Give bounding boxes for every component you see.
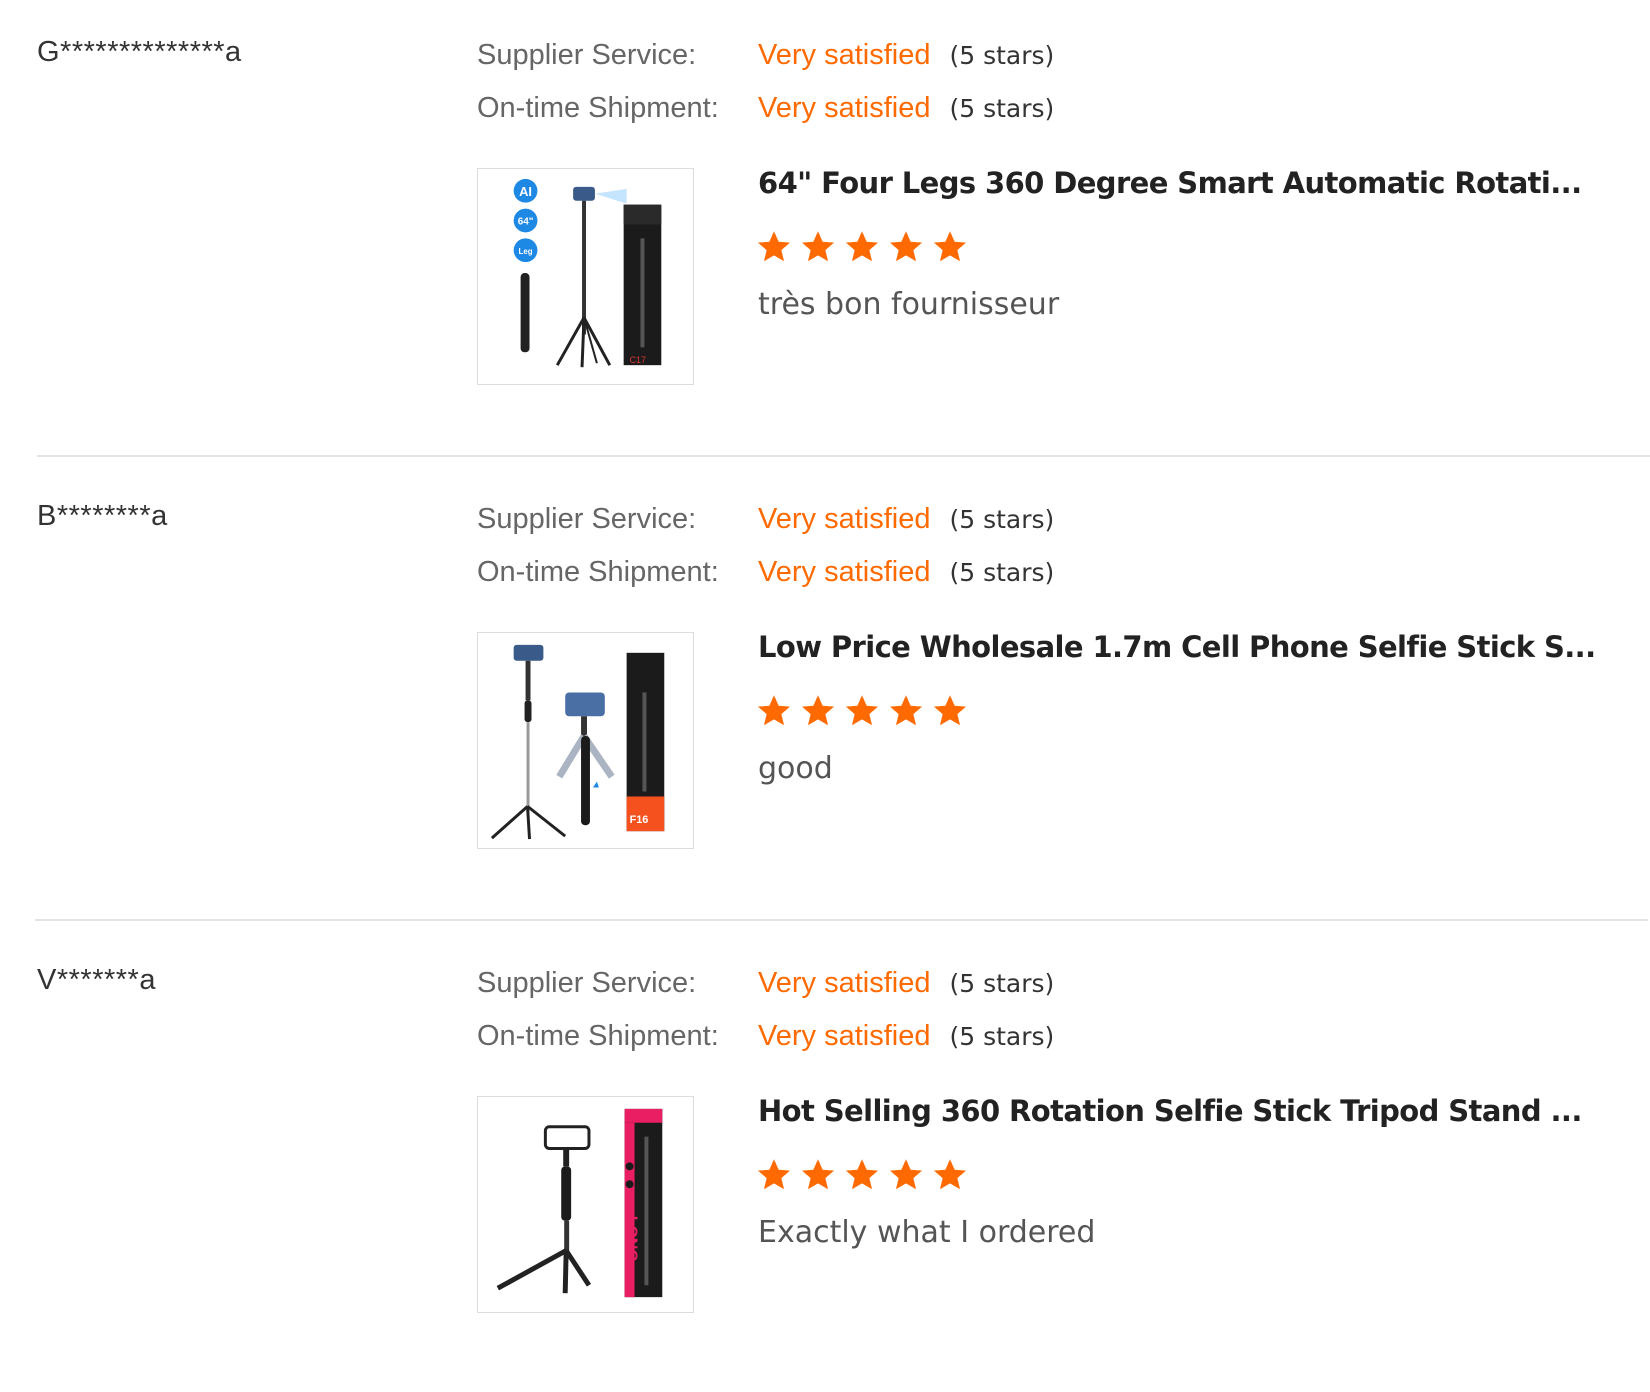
svg-text:C17: C17 xyxy=(630,355,646,365)
svg-text:64": 64" xyxy=(518,216,534,227)
star-icon xyxy=(757,231,791,262)
review-card: B********a Supplier Service: Very satisf… xyxy=(0,464,1650,928)
supplier-service-rating: Supplier Service: Very satisfied (5 star… xyxy=(477,499,1054,539)
star-icon xyxy=(845,231,879,262)
star-icon xyxy=(757,695,791,726)
reviewer-name: V*******a xyxy=(37,964,156,996)
shipment-rating: On-time Shipment: Very satisfied (5 star… xyxy=(477,88,1054,128)
selfie-stick-product-image: F16 xyxy=(490,644,665,840)
star-icon xyxy=(801,231,835,262)
svg-text:F16: F16 xyxy=(630,814,649,826)
supplier-service-label: Supplier Service: xyxy=(477,966,697,999)
supplier-service-stars-text: (5 stars) xyxy=(949,968,1055,998)
divider xyxy=(35,919,1648,921)
supplier-service-label: Supplier Service: xyxy=(477,38,697,71)
shipment-stars-text: (5 stars) xyxy=(949,1021,1055,1051)
star-icon xyxy=(845,695,879,726)
supplier-service-rating: Supplier Service: Very satisfied (5 star… xyxy=(477,35,1054,75)
review-card: G**************a Supplier Service: Very … xyxy=(0,0,1650,464)
svg-text:LONG: LONG xyxy=(623,1216,640,1262)
svg-text:Leg: Leg xyxy=(519,247,533,256)
reviewer-name: G**************a xyxy=(37,36,242,68)
review-comment: très bon fournisseur xyxy=(758,287,1060,322)
tripod-product-image: AI 64" Leg C17 xyxy=(513,178,662,368)
star-rating xyxy=(756,1157,968,1193)
svg-text:AI: AI xyxy=(519,184,532,199)
reviewer-name: B********a xyxy=(37,500,168,532)
product-title[interactable]: 64" Four Legs 360 Degree Smart Automatic… xyxy=(758,166,1582,200)
star-icon xyxy=(801,695,835,726)
shipment-rating: On-time Shipment: Very satisfied (5 star… xyxy=(477,552,1054,592)
shipment-stars-text: (5 stars) xyxy=(949,93,1055,123)
shipment-value: Very satisfied xyxy=(758,555,931,588)
product-title[interactable]: Hot Selling 360 Rotation Selfie Stick Tr… xyxy=(758,1094,1582,1128)
star-icon xyxy=(889,695,923,726)
star-icon xyxy=(933,231,967,262)
star-icon xyxy=(801,1159,835,1190)
supplier-service-label: Supplier Service: xyxy=(477,502,697,535)
review-comment: Exactly what I ordered xyxy=(758,1215,1096,1250)
review-card: V*******a Supplier Service: Very satisfi… xyxy=(0,928,1650,1392)
supplier-service-value: Very satisfied xyxy=(758,38,931,71)
star-icon xyxy=(933,695,967,726)
shipment-stars-text: (5 stars) xyxy=(949,557,1055,587)
shipment-rating: On-time Shipment: Very satisfied (5 star… xyxy=(477,1016,1054,1056)
supplier-service-rating: Supplier Service: Very satisfied (5 star… xyxy=(477,963,1054,1003)
supplier-service-value: Very satisfied xyxy=(758,502,931,535)
shipment-label: On-time Shipment: xyxy=(477,555,719,588)
shipment-value: Very satisfied xyxy=(758,1019,931,1052)
star-icon xyxy=(933,1159,967,1190)
star-rating xyxy=(756,229,968,265)
product-title[interactable]: Low Price Wholesale 1.7m Cell Phone Self… xyxy=(758,630,1596,664)
product-thumbnail[interactable]: LONG xyxy=(477,1096,694,1313)
shipment-value: Very satisfied xyxy=(758,91,931,124)
divider xyxy=(37,455,1650,457)
star-icon xyxy=(889,231,923,262)
product-thumbnail[interactable]: AI 64" Leg C17 xyxy=(477,168,694,385)
supplier-service-value: Very satisfied xyxy=(758,966,931,999)
shipment-label: On-time Shipment: xyxy=(477,1019,719,1052)
review-comment: good xyxy=(758,751,833,786)
product-thumbnail[interactable]: F16 xyxy=(477,632,694,849)
star-icon xyxy=(889,1159,923,1190)
supplier-service-stars-text: (5 stars) xyxy=(949,504,1055,534)
supplier-service-stars-text: (5 stars) xyxy=(949,40,1055,70)
star-rating xyxy=(756,693,968,729)
tripod-stand-product-image: LONG xyxy=(496,1108,663,1298)
star-icon xyxy=(845,1159,879,1190)
shipment-label: On-time Shipment: xyxy=(477,91,719,124)
star-icon xyxy=(757,1159,791,1190)
